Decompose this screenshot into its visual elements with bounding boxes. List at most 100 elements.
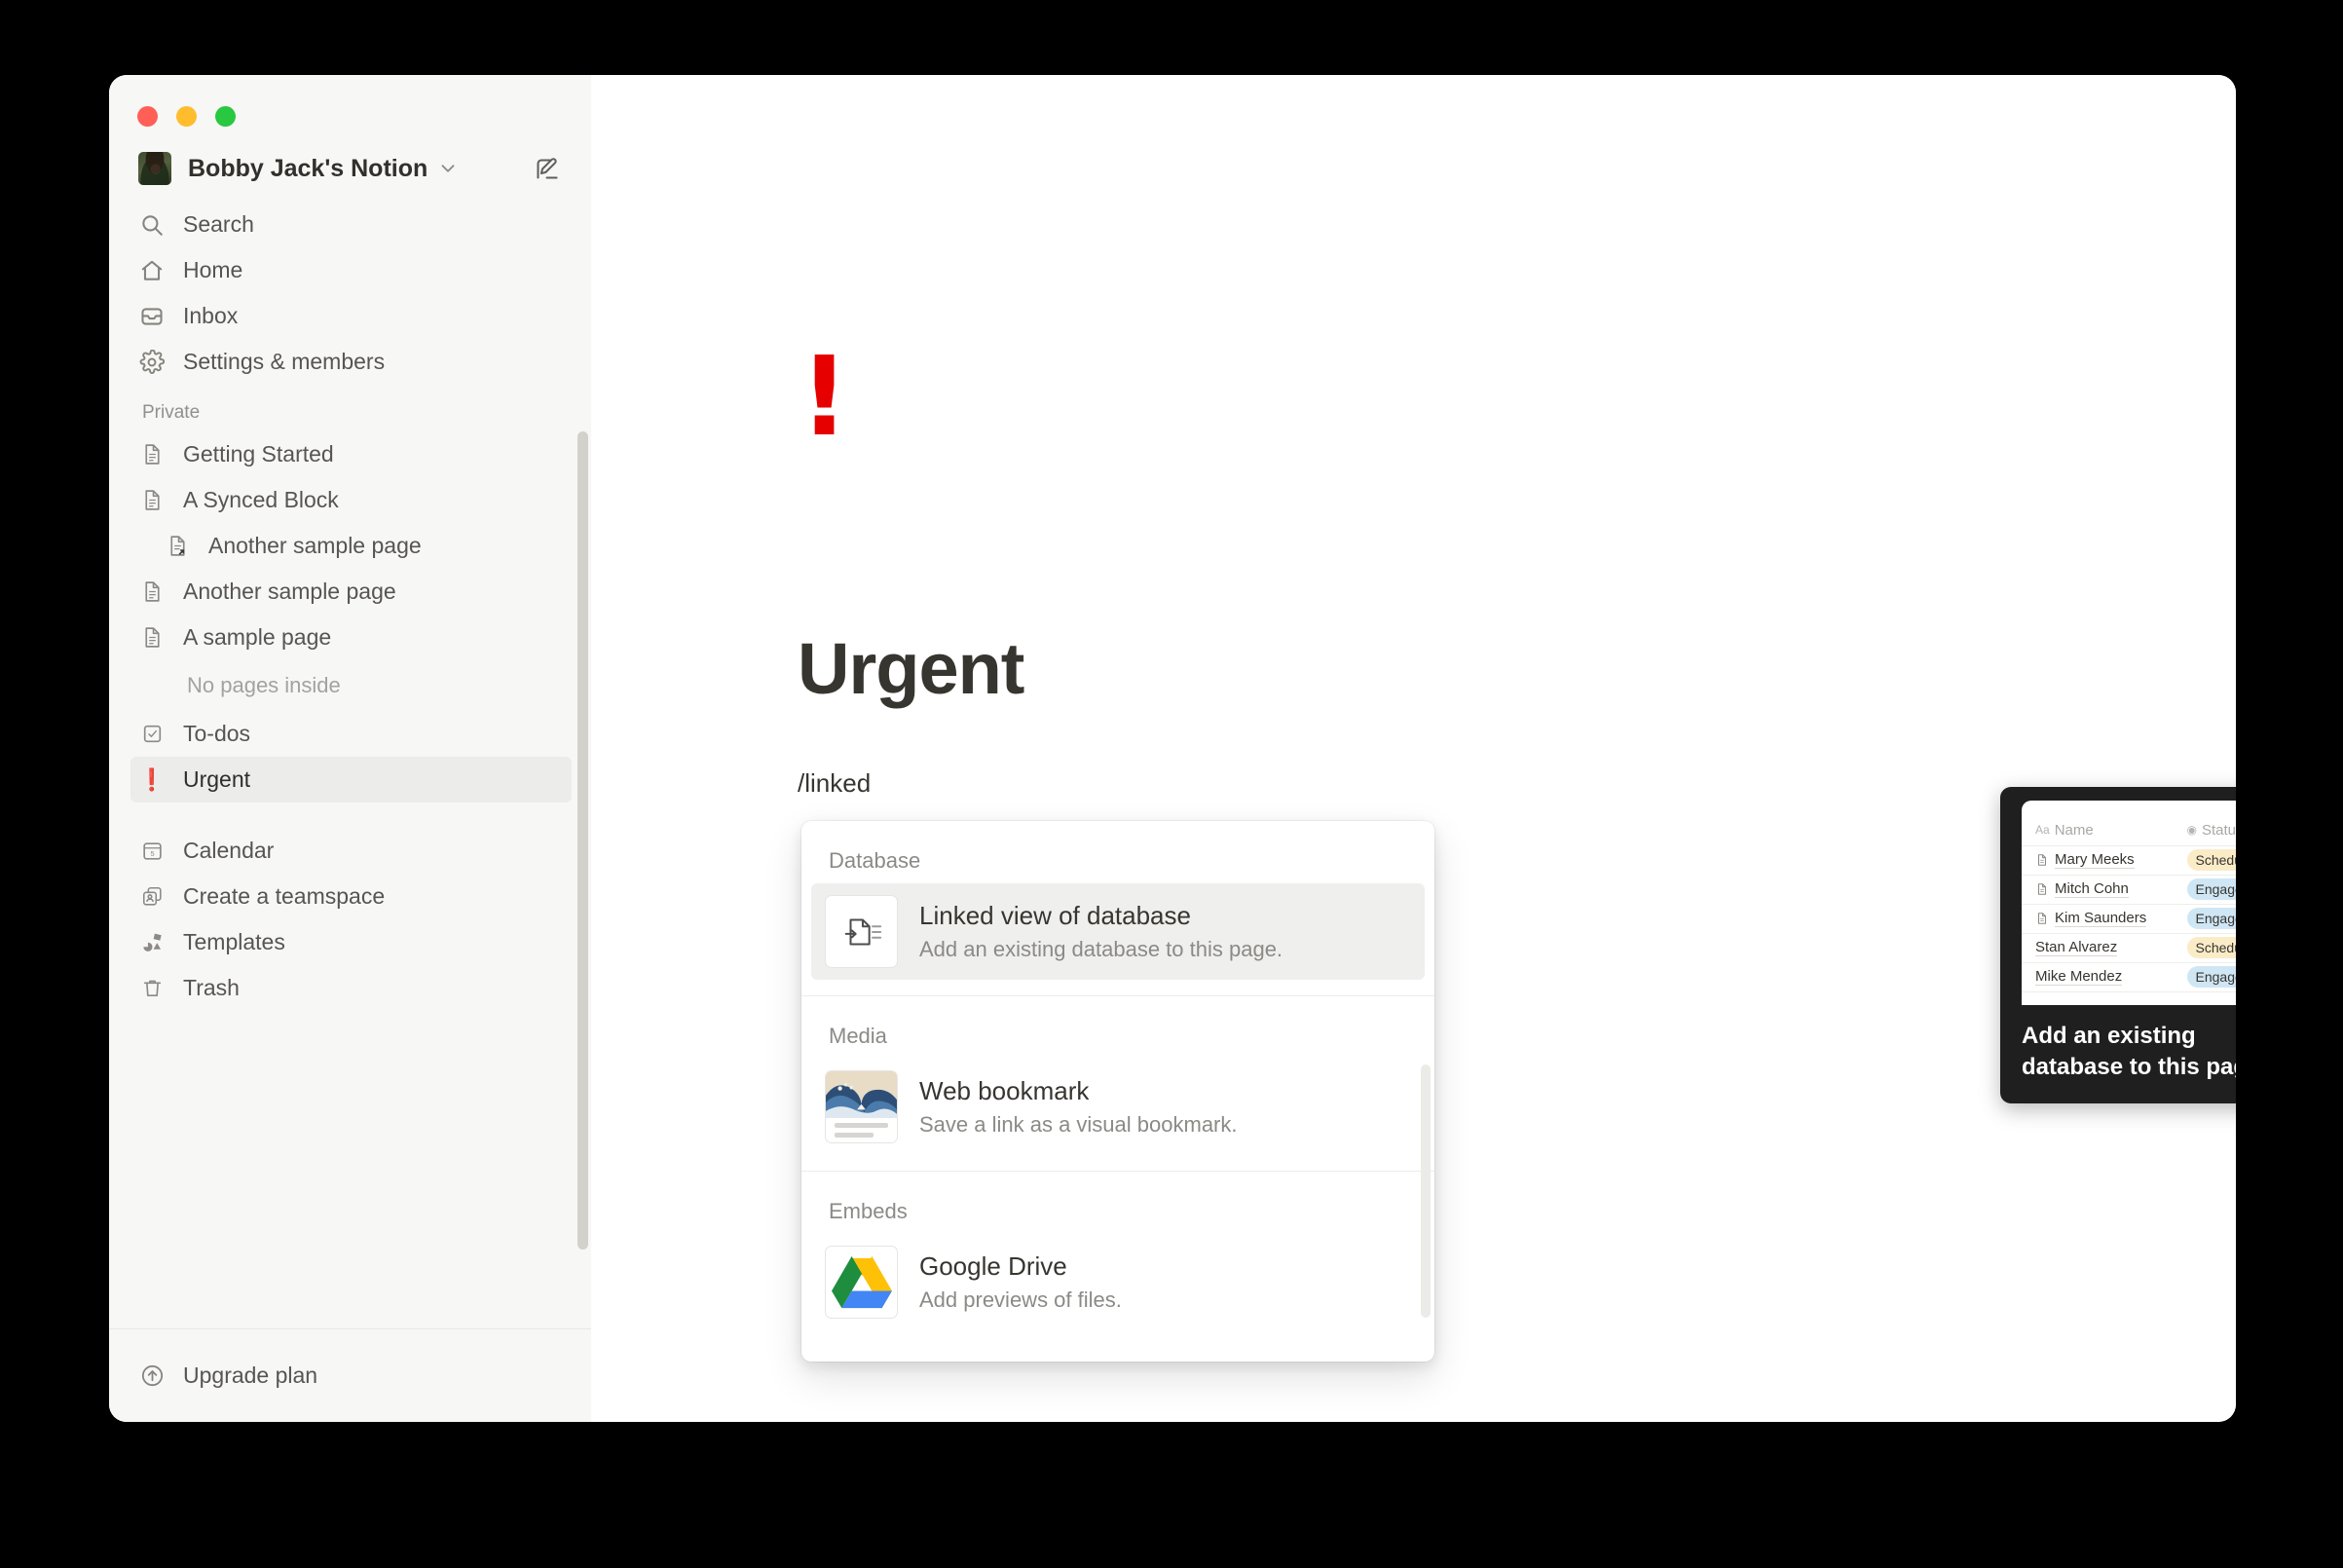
column-header-status: ◉Status [2173,816,2236,846]
sidebar-page-urgent[interactable]: ❗ Urgent [130,757,572,803]
table-row: Mary Meeks Scheduled [2022,845,2236,876]
exclamation-glyph: ❗ [138,766,166,792]
sidebar-item-label: Settings & members [183,349,386,374]
page-link-icon [164,533,191,560]
status-badge: Scheduled [2186,848,2236,872]
cell-status: Scheduled [2173,933,2236,963]
sidebar-item-trash[interactable]: Trash [130,965,572,1011]
sidebar-item-label: Inbox [183,303,239,328]
sidebar-item-search[interactable]: Search [130,202,572,247]
table-row: Kim Saunders Engaged [2022,904,2236,934]
compose-icon[interactable] [534,156,564,182]
sidebar-page-label: A Synced Block [183,487,339,512]
calendar-icon: 5 [138,838,166,865]
thumbnail-lines [826,1118,897,1142]
notion-app-window: Bobby Jack's Notion Search Home Inbox Se… [109,75,2236,1422]
sidebar-page-a-sample-page[interactable]: A sample page [130,615,572,660]
menu-item-title: Google Drive [919,1251,1067,1281]
cell-name: Kim Saunders [2022,904,2174,934]
sidebar: Bobby Jack's Notion Search Home Inbox Se… [109,75,591,1422]
select-type-icon: ◉ [2186,823,2197,838]
slash-command-text[interactable]: /linked [798,768,871,799]
upgrade-arrow-icon [138,1363,166,1390]
sidebar-page-a-synced-block[interactable]: A Synced Block [130,477,572,523]
menu-item-subtitle: Save a link as a visual bookmark. [919,1112,1238,1137]
status-badge: Engaged [2186,965,2236,989]
sidebar-page-to-dos[interactable]: To-dos [130,711,572,757]
menu-item-subtitle: Add previews of files. [919,1288,1122,1312]
sidebar-item-label: Calendar [183,838,275,863]
sidebar-page-label: Urgent [183,766,251,792]
tooltip-description: Add an existing database to this page. [2022,1023,2236,1081]
cell-status: Engaged [2173,875,2236,905]
home-icon [138,257,166,284]
cell-status: Engaged [2173,904,2236,934]
sidebar-item-label: Templates [183,929,285,954]
page-icon [138,579,166,606]
gear-icon [138,349,166,376]
menu-section-label-media: Media [829,1024,887,1048]
primary-nav: Search Home Inbox Settings & members [109,202,591,385]
sidebar-item-templates[interactable]: Templates [130,919,572,965]
sidebar-item-settings[interactable]: Settings & members [130,339,572,385]
sidebar-item-create-teamspace[interactable]: Create a teamspace [130,874,572,919]
google-drive-icon [825,1246,898,1319]
upgrade-plan-button[interactable]: Upgrade plan [130,1351,325,1401]
menu-item-google-drive[interactable]: Google Drive Add previews of files. [811,1234,1425,1330]
page-icon [2035,882,2049,896]
menu-item-text: Google Drive Add previews of files. [919,1251,1122,1313]
menu-section-label-database: Database [829,848,921,873]
sidebar-scrollbar[interactable] [577,431,588,1250]
sidebar-page-another-sample-page[interactable]: Another sample page [130,569,572,615]
search-icon [138,211,166,239]
checkbox-icon [138,721,166,748]
slash-menu-scrollbar[interactable] [1421,1064,1431,1318]
close-button[interactable] [137,106,158,127]
menu-item-linked-view-of-database[interactable]: Linked view of database Add an existing … [811,883,1425,980]
table-row: Mitch Cohn Engaged [2022,875,2236,905]
page-icon [138,487,166,514]
section-label-private: Private [142,402,201,423]
workspace-switcher[interactable]: Bobby Jack's Notion [130,141,572,196]
page-title[interactable]: Urgent [798,627,1024,710]
sidebar-page-label: To-dos [183,721,251,746]
sidebar-page-another-sample-page-linked[interactable]: Another sample page [130,523,572,569]
chevron-down-icon[interactable] [437,158,459,179]
zoom-button[interactable] [215,106,236,127]
inbox-icon [138,303,166,330]
no-pages-inside-note: No pages inside [187,673,341,697]
menu-item-text: Linked view of database Add an existing … [919,901,1283,962]
sidebar-page-label: A sample page [183,624,332,650]
sidebar-item-calendar[interactable]: 5 Calendar [130,828,572,874]
page-icon [138,624,166,652]
workspace-name: Bobby Jack's Notion [188,154,428,182]
preview-table: AaName ◉Status Mary Me [2022,816,2236,992]
sidebar-page-getting-started[interactable]: Getting Started [130,431,572,477]
main-content: ! Urgent /linked Database Linked view of… [591,75,2236,1422]
cell-status: Scheduled [2173,845,2236,876]
sidebar-item-inbox[interactable]: Inbox [130,293,572,339]
avatar [138,152,171,185]
minimize-button[interactable] [176,106,197,127]
window-traffic-lights [109,75,591,135]
menu-item-web-bookmark[interactable]: Web bookmark Save a link as a visual boo… [811,1059,1425,1155]
cell-status: Engaged [2173,962,2236,992]
linked-database-icon [825,895,898,968]
svg-text:5: 5 [150,849,154,858]
column-header-name: Aa Name [2022,816,2174,846]
sidebar-page-label: Getting Started [183,441,334,467]
sidebar-item-label: Create a teamspace [183,883,386,909]
trash-icon [138,975,166,1002]
menu-item-subtitle: Add an existing database to this page. [919,937,1283,961]
cell-name: Mary Meeks [2022,845,2174,876]
sidebar-item-home[interactable]: Home [130,247,572,293]
sidebar-item-label: Search [183,211,254,237]
table-header-row: AaName ◉Status [2022,816,2236,846]
page-icon [2035,853,2049,867]
page-emoji-icon[interactable]: ! [800,343,849,452]
menu-item-text: Web bookmark Save a link as a visual boo… [919,1076,1238,1138]
sidebar-page-label: Another sample page [183,579,396,604]
slash-command-menu: Database Linked view of database Add an … [801,821,1434,1362]
table-row: Stan Alvarez Scheduled [2022,933,2236,963]
